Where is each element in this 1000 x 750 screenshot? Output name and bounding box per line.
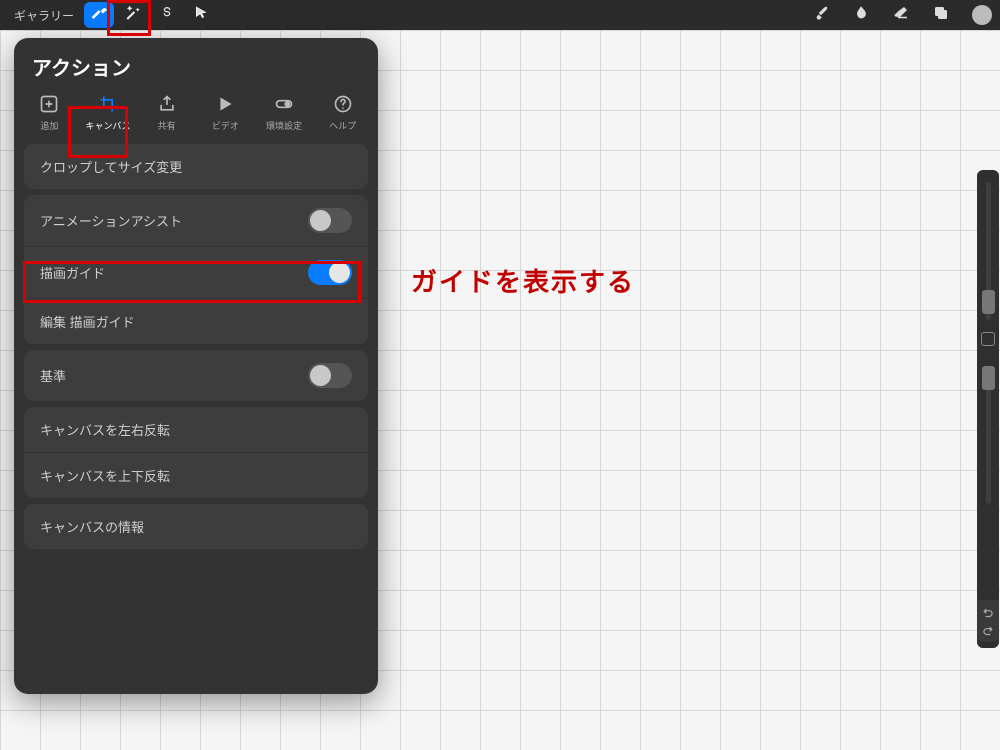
- undo-icon[interactable]: [981, 606, 995, 620]
- tab-label: キャンバス: [86, 119, 131, 132]
- actions-panel: アクション 追加 キャンバス 共有 ビデオ 環境設定 ヘルプ: [14, 38, 378, 694]
- plus-square-icon: [38, 93, 60, 115]
- side-slider-rail: [977, 170, 999, 648]
- modify-button[interactable]: [981, 332, 995, 346]
- row-label: キャンバスを上下反転: [40, 466, 170, 485]
- color-picker-button[interactable]: [972, 5, 992, 25]
- selection-s-icon: [159, 5, 175, 26]
- row-label: キャンバスを左右反転: [40, 420, 170, 439]
- brush-opacity-slider[interactable]: [986, 366, 991, 504]
- row-flip-horizontal[interactable]: キャンバスを左右反転: [24, 407, 368, 453]
- slider-thumb[interactable]: [982, 290, 995, 314]
- adjustments-button[interactable]: [118, 2, 148, 28]
- row-flip-vertical[interactable]: キャンバスを上下反転: [24, 453, 368, 498]
- panel-tabs: 追加 キャンバス 共有 ビデオ 環境設定 ヘルプ: [14, 87, 378, 144]
- row-canvas-info[interactable]: キャンバスの情報: [24, 504, 368, 549]
- row-label: 編集 描画ガイド: [40, 312, 135, 331]
- tab-label: 環境設定: [266, 119, 302, 132]
- tab-add[interactable]: 追加: [20, 89, 79, 134]
- row-animation-assist[interactable]: アニメーションアシスト: [24, 195, 368, 247]
- transform-button[interactable]: [186, 2, 216, 28]
- row-edit-drawing-guide[interactable]: 編集 描画ガイド: [24, 299, 368, 344]
- toggle-reference[interactable]: [308, 363, 352, 388]
- smudge-icon[interactable]: [852, 4, 870, 27]
- row-label: キャンバスの情報: [40, 517, 144, 536]
- arrow-cursor-icon: [193, 5, 209, 26]
- question-icon: [332, 93, 354, 115]
- wrench-icon: [91, 5, 107, 26]
- tab-label: ヘルプ: [329, 119, 356, 132]
- eraser-icon[interactable]: [892, 4, 910, 27]
- wand-icon: [125, 5, 141, 26]
- share-upload-icon: [156, 93, 178, 115]
- top-toolbar: ギャラリー: [0, 0, 1000, 30]
- tab-share[interactable]: 共有: [137, 89, 196, 134]
- gallery-button[interactable]: ギャラリー: [8, 7, 80, 24]
- tab-label: 追加: [40, 119, 58, 132]
- tab-video[interactable]: ビデオ: [196, 89, 255, 134]
- row-drawing-guide[interactable]: 描画ガイド: [24, 247, 368, 299]
- tab-prefs[interactable]: 環境設定: [255, 89, 314, 134]
- tab-canvas[interactable]: キャンバス: [79, 89, 138, 134]
- brush-icon[interactable]: [812, 4, 830, 27]
- row-label: アニメーションアシスト: [40, 211, 182, 230]
- toggle-animation-assist[interactable]: [308, 208, 352, 233]
- row-label: クロップしてサイズ変更: [40, 157, 182, 176]
- row-label: 描画ガイド: [40, 263, 105, 282]
- slider-thumb[interactable]: [982, 366, 995, 390]
- tab-label: 共有: [158, 119, 176, 132]
- canvas-crop-icon: [97, 93, 119, 115]
- tab-help[interactable]: ヘルプ: [313, 89, 372, 134]
- redo-icon[interactable]: [981, 624, 995, 638]
- toggle-icon: [273, 93, 295, 115]
- row-crop-resize[interactable]: クロップしてサイズ変更: [24, 144, 368, 189]
- actions-wrench-button[interactable]: [84, 2, 114, 28]
- play-icon: [214, 93, 236, 115]
- row-reference[interactable]: 基準: [24, 350, 368, 401]
- toggle-drawing-guide[interactable]: [308, 260, 352, 285]
- brush-size-slider[interactable]: [986, 182, 991, 320]
- row-label: 基準: [40, 366, 66, 385]
- panel-title: アクション: [14, 38, 378, 87]
- tab-label: ビデオ: [212, 119, 239, 132]
- layers-icon[interactable]: [932, 4, 950, 27]
- annotation-guide-text: ガイドを表示する: [411, 262, 635, 299]
- selection-button[interactable]: [152, 2, 182, 28]
